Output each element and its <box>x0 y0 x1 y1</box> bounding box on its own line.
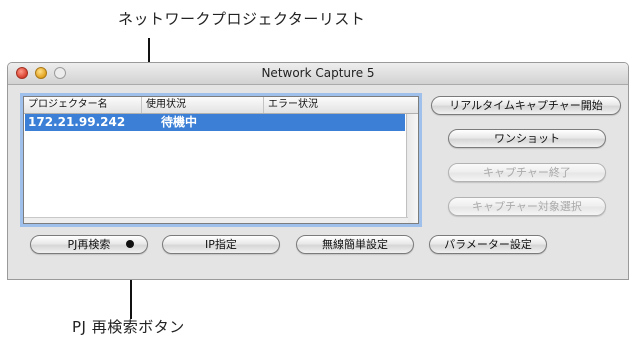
callout-pointer-dot <box>126 240 134 248</box>
wireless-easy-setup-button[interactable]: 無線簡単設定 <box>296 235 414 254</box>
list-vertical-scrollbar[interactable] <box>406 114 418 223</box>
projector-row-selected[interactable]: 172.21.99.242 待機中 <box>25 114 405 131</box>
list-header: プロジェクター名 使用状況 エラー状況 <box>24 97 418 114</box>
window-title: Network Capture 5 <box>261 66 375 80</box>
list-horizontal-scrollbar[interactable] <box>24 217 408 223</box>
capture-end-button[interactable]: キャプチャー終了 <box>448 163 606 182</box>
network-projector-list[interactable]: プロジェクター名 使用状況 エラー状況 172.21.99.242 待機中 <box>23 96 419 224</box>
projector-name-cell: 172.21.99.242 <box>28 115 126 129</box>
realtime-capture-start-button[interactable]: リアルタイムキャプチャー開始 <box>431 96 621 115</box>
column-header-usage-status[interactable]: 使用状況 <box>142 97 264 113</box>
column-header-projector-name[interactable]: プロジェクター名 <box>24 97 142 113</box>
column-header-error-status[interactable]: エラー状況 <box>264 97 404 113</box>
window-titlebar[interactable]: Network Capture 5 <box>8 63 628 85</box>
usage-status-cell: 待機中 <box>161 115 198 129</box>
network-capture-window: Network Capture 5 プロジェクター名 使用状況 エラー状況 17… <box>7 62 629 280</box>
ip-specify-button[interactable]: IP指定 <box>162 235 280 254</box>
callout-network-projector-list-label: ネットワークプロジェクターリスト <box>118 10 366 28</box>
callout-pj-research-button-label: PJ 再検索ボタン <box>72 318 185 336</box>
capture-target-select-button[interactable]: キャプチャー対象選択 <box>448 197 606 216</box>
one-shot-button[interactable]: ワンショット <box>448 129 606 148</box>
parameter-setup-button[interactable]: パラメーター設定 <box>429 235 547 254</box>
